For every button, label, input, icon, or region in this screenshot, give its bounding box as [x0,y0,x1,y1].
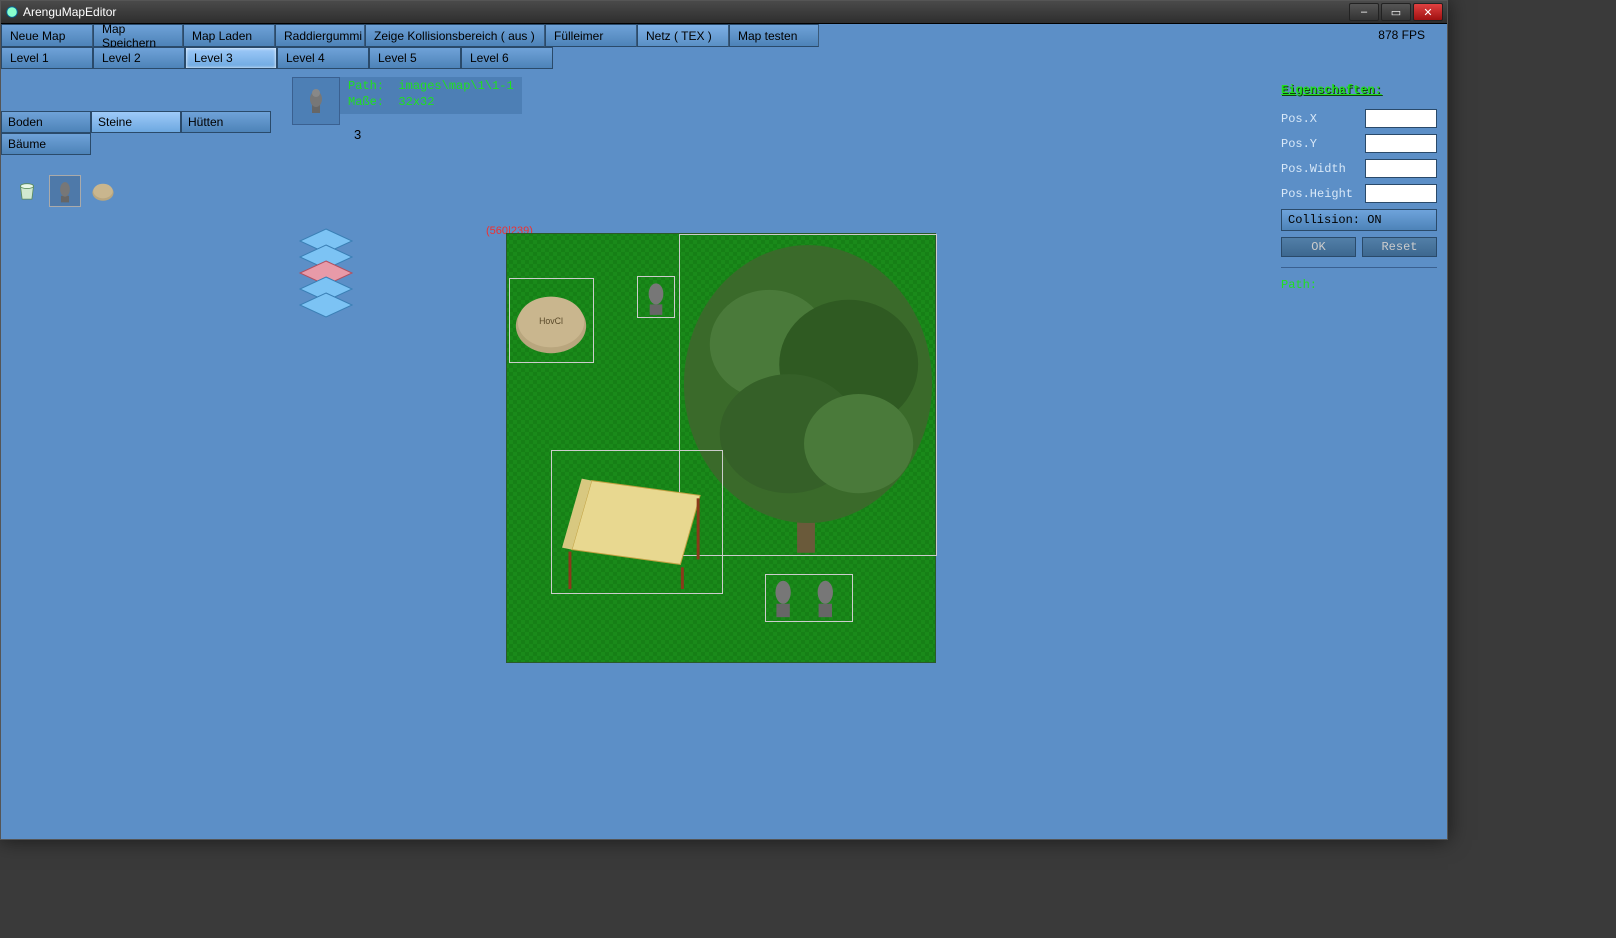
map-canvas[interactable]: HovCl [506,233,936,663]
map-object-tent[interactable] [551,450,723,594]
asset-row [1,155,286,227]
info-size-line: Maße: 32x32 [348,95,514,111]
separator [1281,267,1437,268]
map-object-rock[interactable]: HovCl [509,278,594,363]
fuelleimer-button[interactable]: Fülleimer [545,24,637,47]
properties-path-label: Path: [1281,278,1437,292]
window-controls: – ▭ ✕ [1349,3,1443,21]
layer-stack-icon [296,219,356,329]
map-speichern-button[interactable]: Map Speichern [93,24,183,47]
category-steine[interactable]: Steine [91,111,181,133]
main-toolbar: Neue Map Map Speichern Map Laden Raddier… [1,24,1447,47]
asset-statue[interactable] [49,175,81,207]
level-bar: Level 1Level 2Level 3Level 4Level 5Level… [1,47,1447,69]
category-bäume[interactable]: Bäume [1,133,91,155]
level-button-3[interactable]: Level 3 [185,47,277,69]
category-boden[interactable]: Boden [1,111,91,133]
category-tabs: BodenSteineHütten Bäume [1,111,286,155]
level-button-1[interactable]: Level 1 [1,47,93,69]
pos-width-input[interactable] [1365,159,1437,178]
selected-asset-preview [292,77,340,125]
raddiergummi-button[interactable]: Raddiergummi [275,24,365,47]
category-hütten[interactable]: Hütten [181,111,271,133]
fps-label: 878 FPS [1356,24,1447,47]
map-testen-button[interactable]: Map testen [729,24,819,47]
info-box: Path: images\map\1\1-1 Maße: 32x32 [292,77,522,125]
pos-width-label: Pos.Width [1281,162,1359,176]
neue-map-button[interactable]: Neue Map [1,24,93,47]
titlebar: ArenguMapEditor – ▭ ✕ [1,1,1447,24]
level-button-2[interactable]: Level 2 [93,47,185,69]
collision-toggle[interactable]: Collision: ON [1281,209,1437,231]
minimize-button[interactable]: – [1349,3,1379,21]
layer-number: 3 [354,127,361,142]
close-button[interactable]: ✕ [1413,3,1443,21]
center-area: Path: images\map\1\1-1 Maße: 32x32 [286,69,1271,839]
map-object-statues[interactable] [765,574,853,622]
ok-button[interactable]: OK [1281,237,1356,257]
netz-button[interactable]: Netz ( TEX ) [637,24,729,47]
pos-height-label: Pos.Height [1281,187,1359,201]
map-laden-button[interactable]: Map Laden [183,24,275,47]
zeige-kollision-button[interactable]: Zeige Kollisionsbereich ( aus ) [365,24,545,47]
left-panel: BodenSteineHütten Bäume [1,69,286,839]
reset-button[interactable]: Reset [1362,237,1437,257]
pos-x-input[interactable] [1365,109,1437,128]
map-object-statue[interactable] [637,276,675,318]
level-button-6[interactable]: Level 6 [461,47,553,69]
svg-text:HovCl: HovCl [539,316,563,326]
info-path-line: Path: images\map\1\1-1 [348,79,514,95]
pos-height-input[interactable] [1365,184,1437,203]
app-window: ArenguMapEditor – ▭ ✕ Neue Map Map Speic… [0,0,1448,840]
asset-bucket[interactable] [11,175,43,207]
level-button-4[interactable]: Level 4 [277,47,369,69]
app-icon [5,5,19,19]
pos-x-label: Pos.X [1281,112,1359,126]
pos-y-input[interactable] [1365,134,1437,153]
properties-panel: Eigenschaften: Pos.X Pos.Y Pos.Width Pos… [1271,69,1447,839]
level-button-5[interactable]: Level 5 [369,47,461,69]
maximize-button[interactable]: ▭ [1381,3,1411,21]
pos-y-label: Pos.Y [1281,137,1359,151]
properties-header: Eigenschaften: [1281,83,1437,97]
window-title: ArenguMapEditor [23,5,1349,19]
asset-rock[interactable] [87,175,119,207]
